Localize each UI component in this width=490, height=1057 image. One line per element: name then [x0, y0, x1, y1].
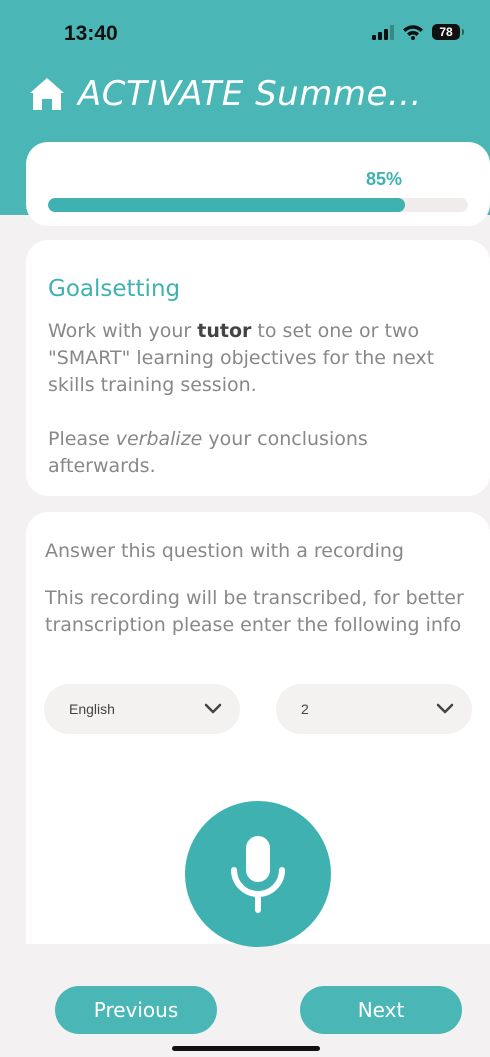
- previous-button[interactable]: Previous: [55, 986, 217, 1034]
- battery-icon: 78: [432, 24, 464, 40]
- status-icons: 78: [372, 24, 464, 40]
- chevron-down-icon: [204, 703, 222, 714]
- progress-bar: [48, 198, 468, 212]
- battery-level: 78: [439, 25, 453, 39]
- speaker-count-select[interactable]: 2: [276, 684, 472, 734]
- home-icon[interactable]: [28, 75, 66, 113]
- goalsetting-title: Goalsetting: [48, 276, 181, 302]
- language-select[interactable]: English: [44, 684, 240, 734]
- next-button[interactable]: Next: [300, 986, 462, 1034]
- recording-question: Answer this question with a recording: [45, 540, 404, 562]
- instruction-paragraph-1: Work with your tutor to set one or two "…: [48, 320, 435, 396]
- home-indicator: [172, 1046, 320, 1051]
- progress-card: 85%: [26, 142, 490, 226]
- recording-info: This recording will be transcribed, for …: [45, 587, 464, 636]
- goalsetting-instructions: Work with your tutor to set one or two "…: [48, 318, 478, 480]
- record-button[interactable]: [185, 801, 331, 947]
- progress-bar-fill: [48, 198, 405, 212]
- language-select-value: English: [69, 701, 115, 717]
- status-bar: 13:40 78: [0, 0, 490, 70]
- goalsetting-card: Goalsetting Work with your tutor to set …: [26, 240, 490, 496]
- progress-percent: 85%: [366, 169, 403, 189]
- status-time: 13:40: [64, 22, 118, 45]
- wifi-icon: [403, 25, 423, 40]
- speaker-count-value: 2: [301, 701, 309, 717]
- cellular-signal-icon: [372, 24, 394, 40]
- app-header: ACTIVATE Summe...: [28, 74, 422, 114]
- microphone-icon: [231, 836, 285, 913]
- instruction-paragraph-2: Please verbalize your conclusions afterw…: [48, 428, 368, 477]
- recording-card: Answer this question with a recording Th…: [26, 512, 490, 947]
- chevron-down-icon: [436, 703, 454, 714]
- page-title: ACTIVATE Summe...: [78, 74, 422, 114]
